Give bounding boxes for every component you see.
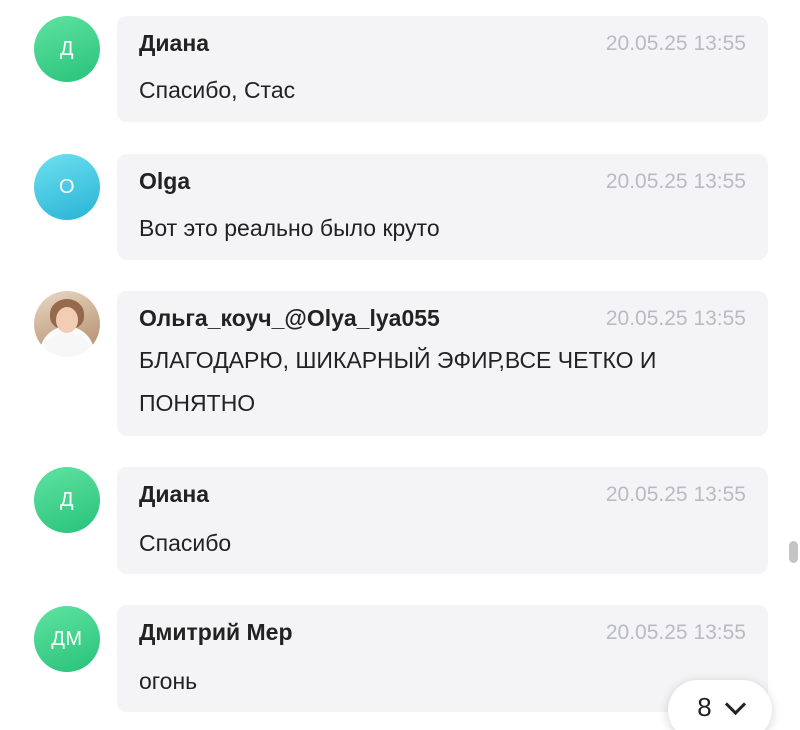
message-timestamp: 20.05.25 13:55	[605, 32, 746, 55]
scrollbar-thumb[interactable]	[789, 541, 798, 563]
message-bubble: Ольга_коуч_@Olya_lya055 20.05.25 13:55 Б…	[117, 291, 768, 436]
new-messages-count: 8	[697, 691, 712, 722]
message-text: огонь	[139, 668, 198, 694]
message-timestamp: 20.05.25 13:55	[605, 307, 746, 330]
avatar[interactable]: ДМ	[34, 606, 100, 672]
message-text: Спасибо, Стас	[139, 77, 296, 103]
author-name[interactable]: Ольга_коуч_@Olya_lya055	[139, 305, 440, 332]
author-name[interactable]: Olga	[139, 168, 190, 195]
avatar-photo-face	[56, 307, 78, 333]
chat-messages-list: Д Диана 20.05.25 13:55 Спасибо, Стас O O…	[0, 0, 800, 730]
author-name[interactable]: Диана	[139, 30, 209, 57]
message-timestamp: 20.05.25 13:55	[605, 170, 746, 193]
message-text: БЛАГОДАРЮ, ШИКАРНЫЙ ЭФИР,ВСЕ ЧЕТКО И ПОН…	[139, 347, 657, 416]
avatar-initials: ДМ	[51, 627, 83, 650]
avatar-initials: O	[58, 175, 76, 198]
avatar-photo-body	[42, 333, 92, 357]
avatar[interactable]: Д	[34, 16, 100, 82]
avatar[interactable]: Д	[34, 467, 100, 533]
avatar-initials: Д	[59, 488, 75, 511]
message-timestamp: 20.05.25 13:55	[605, 621, 746, 644]
avatar-photo[interactable]	[34, 291, 100, 357]
author-name[interactable]: Диана	[139, 481, 209, 508]
avatar-initials: Д	[59, 37, 75, 60]
message-text: Спасибо	[139, 530, 232, 556]
message-bubble: Диана 20.05.25 13:55 Спасибо, Стас	[117, 16, 768, 122]
message-bubble: Диана 20.05.25 13:55 Спасибо	[117, 467, 768, 574]
message-bubble: Olga 20.05.25 13:55 Вот это реально было…	[117, 154, 768, 260]
avatar[interactable]: O	[34, 154, 100, 220]
message-timestamp: 20.05.25 13:55	[605, 483, 746, 506]
message-text: Вот это реально было круто	[139, 215, 440, 241]
scroll-to-new-messages-button[interactable]: 8	[668, 680, 772, 730]
author-name[interactable]: Дмитрий Мер	[139, 619, 293, 646]
chevron-down-icon	[724, 693, 746, 715]
